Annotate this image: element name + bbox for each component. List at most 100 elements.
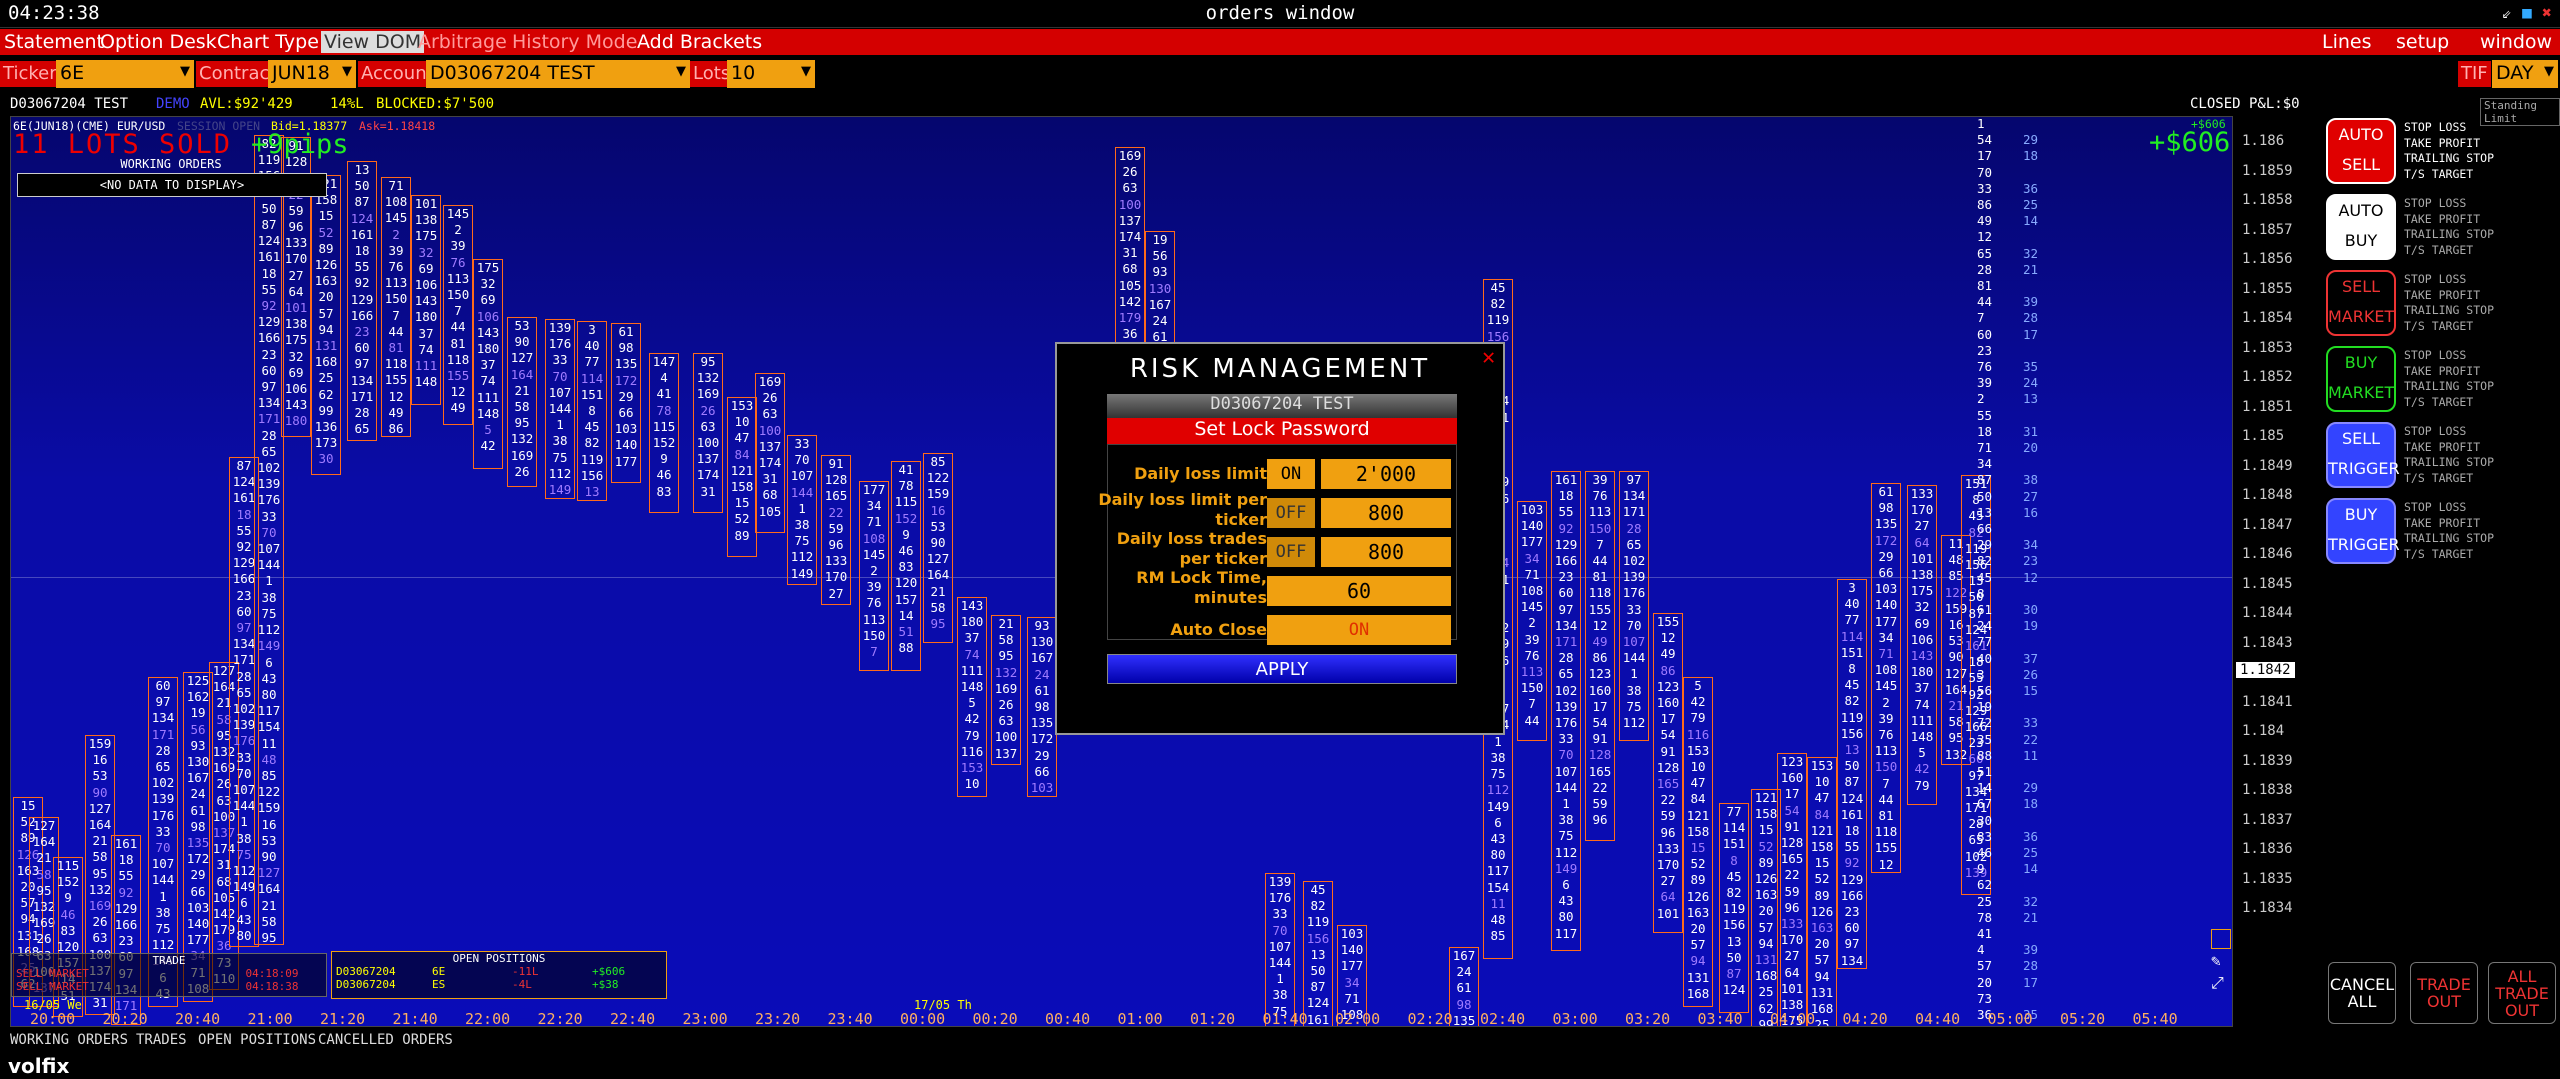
dom-row[interactable]: 50 27: [1963, 489, 2079, 505]
close-icon[interactable]: ✕: [1482, 347, 1500, 369]
buy-market-button[interactable]: BUY MARKET: [2326, 346, 2396, 412]
account-select[interactable]: D03067204 TEST ▼: [426, 60, 690, 88]
dom-row[interactable]: 86 25: [1963, 197, 2079, 213]
auto-buy-button[interactable]: AUTO BUY: [2326, 194, 2396, 260]
dom-row[interactable]: 1: [1963, 116, 2079, 132]
menu-view-dom[interactable]: View DOM: [321, 31, 425, 53]
dom-row[interactable]: 19: [1963, 699, 2079, 715]
dom-row[interactable]: 25 32: [1963, 894, 2079, 910]
dom-row[interactable]: 14 29: [1963, 780, 2079, 796]
dom-row[interactable]: 4 39: [1963, 942, 2079, 958]
sell-trigger-button[interactable]: SELL TRIGGER: [2326, 422, 2400, 488]
dom-row[interactable]: 30: [1963, 813, 2079, 829]
daily-loss-trades-ticker-field[interactable]: 800: [1321, 537, 1451, 567]
dom-row[interactable]: 87 38: [1963, 472, 2079, 488]
dom-row[interactable]: 66: [1963, 521, 2079, 537]
daily-loss-limit-ticker-toggle[interactable]: OFF: [1267, 498, 1317, 528]
menu-chart-type[interactable]: Chart Type: [217, 31, 319, 53]
cancel-all-button[interactable]: CANCEL ALL: [2328, 962, 2396, 1024]
dom-row[interactable]: 2 13: [1963, 391, 2079, 407]
dom-row[interactable]: 57 28: [1963, 958, 2079, 974]
dom-row[interactable]: 8: [1963, 586, 2079, 602]
dom-row[interactable]: 33 36: [1963, 181, 2079, 197]
dom-ladder[interactable]: 1 54 29 17 18 70 33 36 86 25 49 14 12 65 32 28 21 81 44 39 7…: [1963, 116, 2079, 1027]
menu-add-brackets[interactable]: Add Brackets: [637, 31, 762, 53]
daily-loss-limit-field[interactable]: 2'000: [1321, 459, 1451, 489]
tab-working-orders[interactable]: WORKING ORDERS: [10, 1032, 128, 1048]
trade-out-button[interactable]: TRADE OUT: [2410, 962, 2478, 1024]
menu-statement[interactable]: Statement: [4, 31, 104, 53]
dom-row[interactable]: 7 28: [1963, 310, 2079, 326]
tab-cancelled-orders[interactable]: CANCELLED ORDERS: [318, 1032, 453, 1048]
buy-trigger-button[interactable]: BUY TRIGGER: [2326, 498, 2400, 564]
auto-close-toggle[interactable]: ON: [1267, 615, 1451, 645]
daily-loss-trades-ticker-toggle[interactable]: OFF: [1267, 537, 1317, 567]
daily-loss-limit-ticker-field[interactable]: 800: [1321, 498, 1451, 528]
daily-loss-limit-toggle[interactable]: ON: [1267, 459, 1317, 489]
apply-button[interactable]: APPLY: [1107, 654, 1457, 684]
minimize-icon[interactable]: ⇙: [2498, 4, 2516, 22]
dom-row[interactable]: 46 25: [1963, 845, 2079, 861]
dom-row[interactable]: 60 17: [1963, 327, 2079, 343]
dom-row[interactable]: 56 15: [1963, 683, 2079, 699]
dom-row[interactable]: 13 16: [1963, 505, 2079, 521]
dom-row[interactable]: 65 32: [1963, 246, 2079, 262]
sell-market-button[interactable]: SELL MARKET: [2326, 270, 2396, 336]
dom-row[interactable]: 34: [1963, 456, 2079, 472]
pencil-icon[interactable]: ✎: [2211, 951, 2221, 970]
dom-row[interactable]: 55: [1963, 408, 2079, 424]
set-lock-password-button[interactable]: Set Lock Password: [1107, 418, 1457, 444]
dom-row[interactable]: 51: [1963, 764, 2079, 780]
menu-lines[interactable]: Lines: [2322, 31, 2372, 53]
contract-select[interactable]: JUN18 ▼: [268, 60, 356, 88]
dom-row[interactable]: 28 21: [1963, 262, 2079, 278]
dom-row[interactable]: 20 17: [1963, 975, 2079, 991]
lots-select[interactable]: 10 ▼: [727, 60, 815, 88]
ticker-select[interactable]: 6E ▼: [56, 60, 194, 88]
dom-row[interactable]: 54 29: [1963, 132, 2079, 148]
dom-row[interactable]: 9 14: [1963, 861, 2079, 877]
tab-trades[interactable]: TRADES: [136, 1032, 187, 1048]
dom-row[interactable]: 12: [1963, 229, 2079, 245]
expand-icon[interactable]: ⤢: [2211, 973, 2224, 993]
menu-arbitrage[interactable]: Arbitrage: [418, 31, 507, 53]
auto-sell-button[interactable]: AUTO SELL: [2326, 118, 2396, 184]
dom-row[interactable]: 41: [1963, 926, 2079, 942]
rm-lock-time-field[interactable]: 60: [1267, 576, 1451, 606]
dom-row[interactable]: 71 20: [1963, 440, 2079, 456]
tif-select[interactable]: DAY ▼: [2492, 60, 2558, 88]
grid-icon[interactable]: [2211, 929, 2231, 949]
maximize-icon[interactable]: ■: [2518, 4, 2536, 22]
menu-history-mode[interactable]: History Mode: [512, 31, 637, 53]
dom-row[interactable]: 35 22: [1963, 732, 2079, 748]
menu-setup[interactable]: setup: [2396, 31, 2449, 53]
dom-row[interactable]: 70: [1963, 165, 2079, 181]
dom-row[interactable]: 67 18: [1963, 796, 2079, 812]
dom-row[interactable]: 77: [1963, 634, 2079, 650]
dom-row[interactable]: 62: [1963, 877, 2079, 893]
menu-option-desk[interactable]: Option Desk: [100, 31, 217, 53]
dom-row[interactable]: 78 21: [1963, 910, 2079, 926]
dom-row[interactable]: 44 39: [1963, 294, 2079, 310]
dom-row[interactable]: 24 19: [1963, 618, 2079, 634]
dom-row[interactable]: 29 34: [1963, 537, 2079, 553]
menu-window[interactable]: window: [2480, 31, 2552, 53]
dom-row[interactable]: 18 31: [1963, 424, 2079, 440]
dom-row[interactable]: 82 23: [1963, 553, 2079, 569]
tab-open-positions[interactable]: OPEN POSITIONS: [198, 1032, 316, 1048]
dom-row[interactable]: 81: [1963, 278, 2079, 294]
dom-row[interactable]: 23: [1963, 343, 2079, 359]
dom-row[interactable]: 39 24: [1963, 375, 2079, 391]
dom-row[interactable]: 45 12: [1963, 570, 2079, 586]
close-icon[interactable]: ✖: [2538, 4, 2556, 22]
dom-row[interactable]: 72 33: [1963, 715, 2079, 731]
dom-row[interactable]: 83 36: [1963, 829, 2079, 845]
dom-row[interactable]: 3 26: [1963, 667, 2079, 683]
dom-row[interactable]: 73: [1963, 991, 2079, 1007]
dom-row[interactable]: 76 35: [1963, 359, 2079, 375]
dom-row[interactable]: 49 14: [1963, 213, 2079, 229]
dom-row[interactable]: 40 37: [1963, 651, 2079, 667]
dom-row[interactable]: 88 11: [1963, 748, 2079, 764]
all-trade-out-button[interactable]: ALL TRADE OUT: [2488, 962, 2556, 1024]
dom-row[interactable]: 17 18: [1963, 148, 2079, 164]
